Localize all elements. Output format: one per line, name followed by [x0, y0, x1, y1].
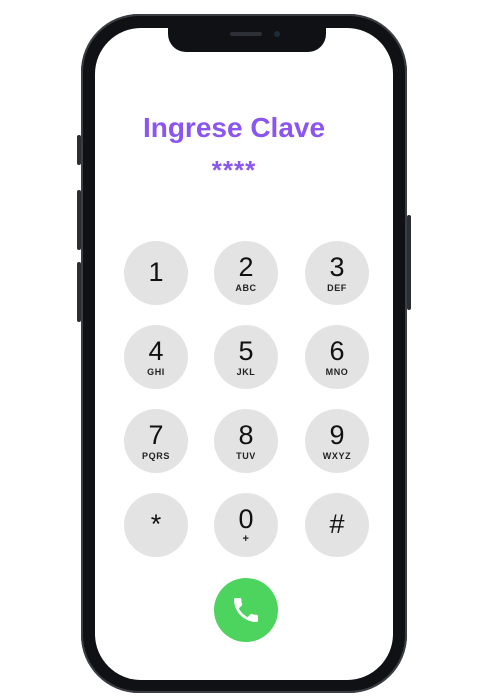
power-button: [407, 215, 411, 310]
key-letters: WXYZ: [322, 451, 352, 461]
phone-icon: [234, 598, 258, 622]
key-letters: GHI: [147, 367, 165, 377]
key-letters: PQRS: [142, 451, 170, 461]
key-7[interactable]: 7 PQRS: [124, 409, 188, 473]
key-8[interactable]: 8 TUV: [214, 409, 278, 473]
key-letters: JKL: [236, 367, 256, 377]
key-digit: 8: [238, 420, 254, 450]
key-letters: MNO: [325, 367, 349, 377]
front-camera: [274, 31, 280, 37]
key-digit: 5: [238, 336, 254, 366]
pin-display: ****: [211, 155, 257, 185]
key-hash[interactable]: #: [305, 493, 369, 557]
key-letters: TUV: [236, 451, 256, 461]
key-digit: 3: [329, 252, 345, 282]
page-title: Ingrese Clave: [142, 112, 326, 143]
key-digit: 2: [238, 252, 254, 282]
volume-down-button: [77, 262, 81, 322]
key-digit: 9: [329, 420, 345, 450]
key-digit: 0: [238, 504, 254, 534]
key-digit: *: [150, 509, 162, 539]
key-digit: 6: [329, 336, 345, 366]
key-digit: 1: [148, 257, 164, 287]
key-3[interactable]: 3 DEF: [305, 241, 369, 305]
mute-switch: [77, 135, 81, 165]
key-letters: DEF: [327, 283, 347, 293]
key-4[interactable]: 4 GHI: [124, 325, 188, 389]
key-letters: +: [242, 533, 250, 545]
speaker-grille: [230, 32, 262, 36]
key-digit: #: [329, 509, 345, 539]
key-digit: 4: [148, 336, 164, 366]
call-button[interactable]: [214, 578, 278, 642]
volume-up-button: [77, 190, 81, 250]
key-star[interactable]: *: [124, 493, 188, 557]
key-9[interactable]: 9 WXYZ: [305, 409, 369, 473]
key-0[interactable]: 0 +: [214, 493, 278, 557]
key-1[interactable]: 1: [124, 241, 188, 305]
key-5[interactable]: 5 JKL: [214, 325, 278, 389]
key-digit: 7: [148, 420, 164, 450]
key-2[interactable]: 2 ABC: [214, 241, 278, 305]
key-letters: ABC: [235, 283, 257, 293]
key-6[interactable]: 6 MNO: [305, 325, 369, 389]
